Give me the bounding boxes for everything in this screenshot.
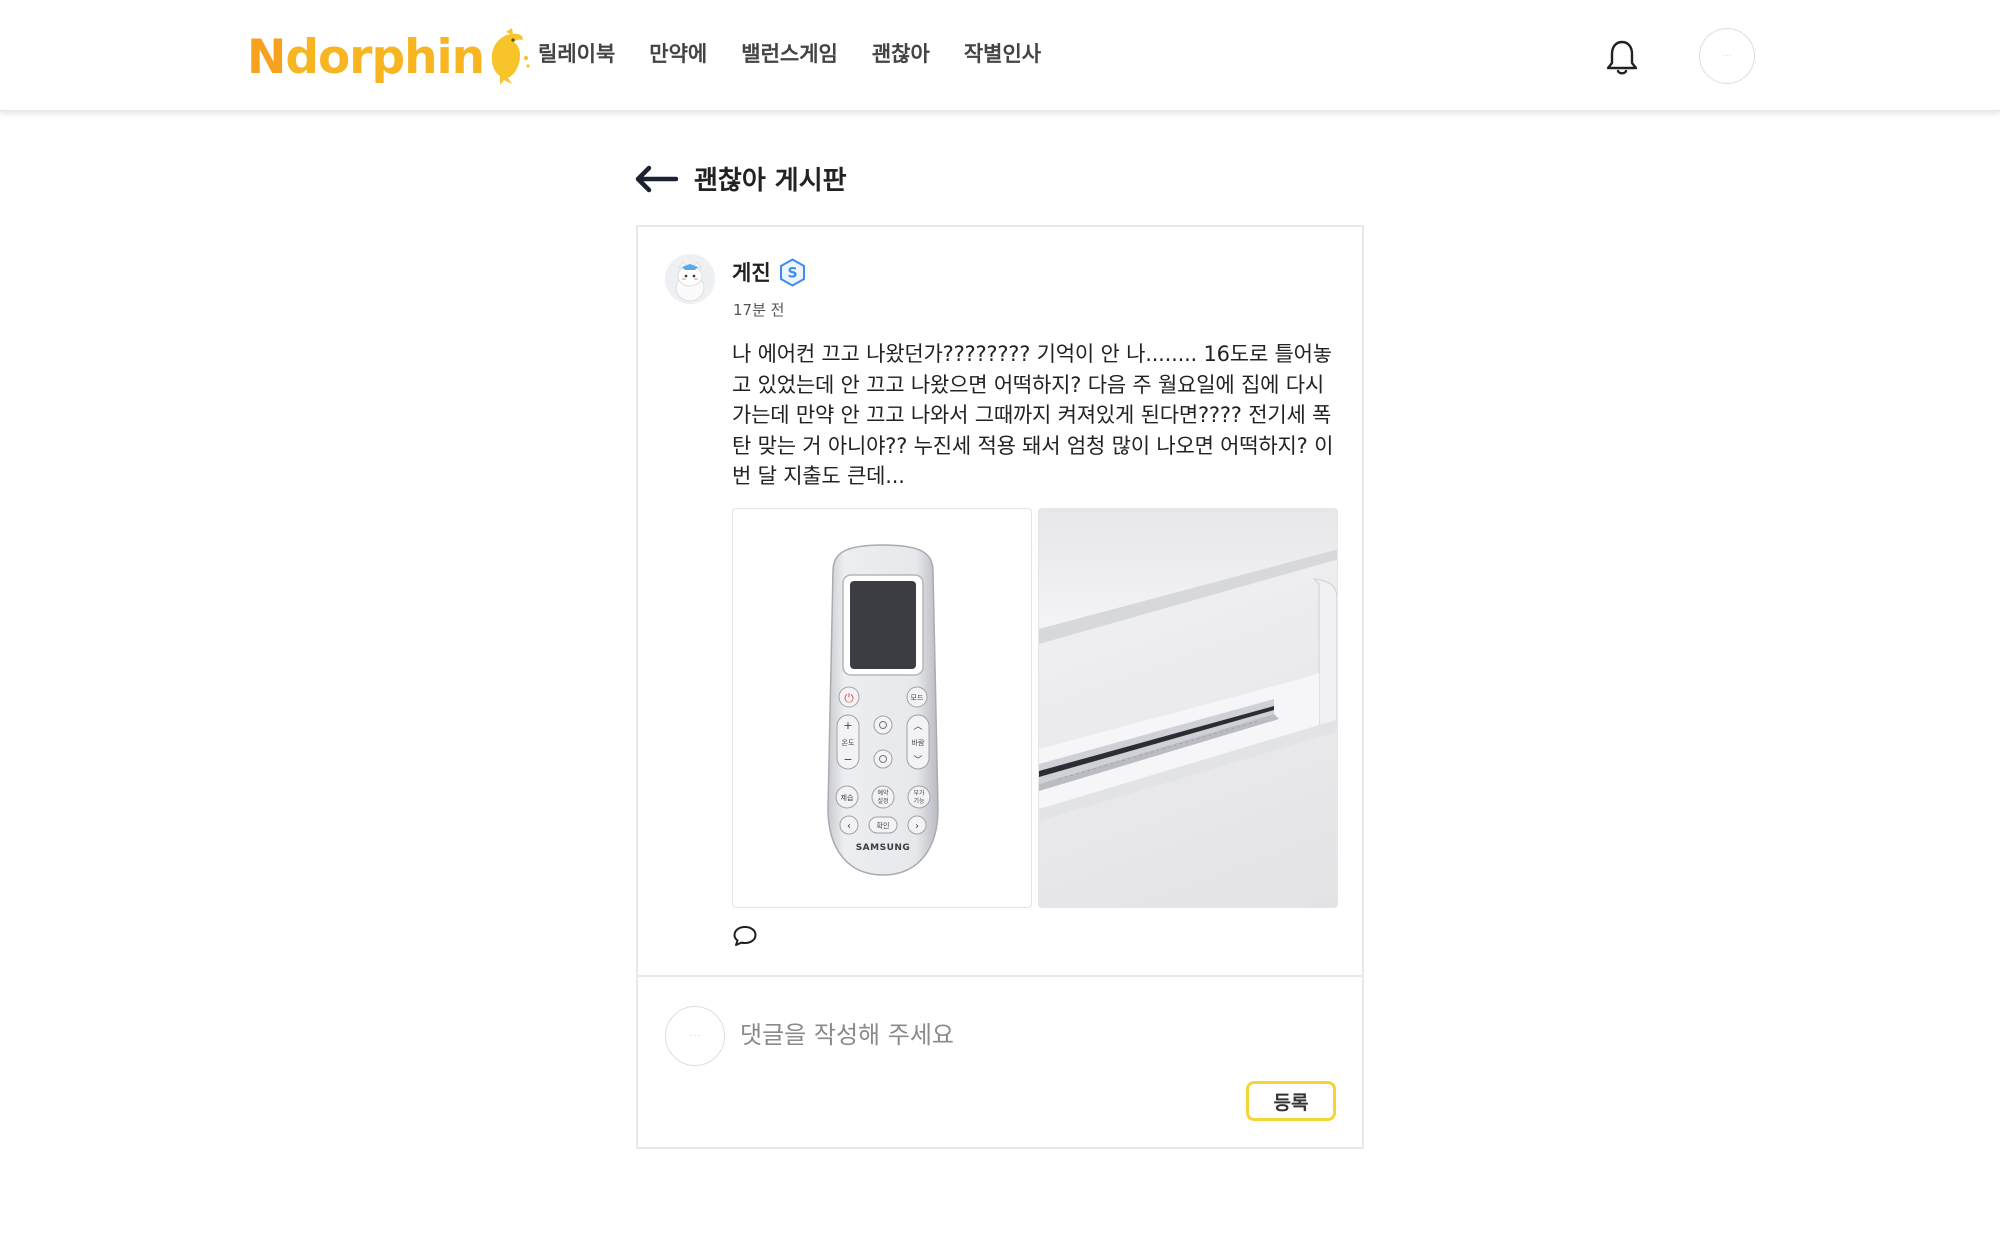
- main-nav: 릴레이북 만약에 밸런스게임 괜찮아 작별인사: [538, 38, 1075, 68]
- author-avatar[interactable]: [665, 254, 715, 304]
- ndorphin-logo[interactable]: Ndorphin: [247, 22, 530, 92]
- remote-confirm-label: 확인: [877, 821, 890, 830]
- profile-avatar-text: · · ·: [1723, 53, 1731, 59]
- svg-text:‹: ‹: [847, 821, 851, 832]
- comment-bubble-icon[interactable]: [732, 924, 758, 948]
- remote-mode-label: 모드: [911, 694, 924, 702]
- my-avatar: · · ·: [665, 1006, 725, 1066]
- post-image-remote[interactable]: ⏻ 모드 + 온도 − ︿ 바람 ﹀ 제습 예약 설정 부가 기능 ‹ 확인 ›…: [732, 508, 1032, 908]
- notification-bell-icon[interactable]: [1605, 38, 1639, 76]
- svg-text:+: +: [843, 719, 852, 732]
- svg-text:﹀: ﹀: [913, 755, 922, 766]
- svg-text:︿: ︿: [913, 722, 922, 732]
- dolphin-icon: [491, 28, 530, 85]
- my-avatar-text: · · ·: [690, 1032, 700, 1040]
- post-images: ⏻ 모드 + 온도 − ︿ 바람 ﹀ 제습 예약 설정 부가 기능 ‹ 확인 ›…: [732, 508, 1338, 908]
- author-badge-icon: S: [780, 258, 805, 287]
- svg-text:−: −: [843, 753, 852, 766]
- author-name[interactable]: 게진: [732, 257, 771, 287]
- remote-control-illustration: ⏻ 모드 + 온도 − ︿ 바람 ﹀ 제습 예약 설정 부가 기능 ‹ 확인 ›…: [827, 544, 939, 876]
- remote-brand: SAMSUNG: [856, 843, 911, 853]
- post-image-air-conditioner[interactable]: [1038, 508, 1338, 908]
- board-title: 괜찮아 게시판: [694, 166, 847, 196]
- remote-reserve-label-2: 설정: [877, 797, 888, 805]
- board-title-row: 괜찮아 게시판: [634, 160, 847, 197]
- remote-extra-label-2: 기능: [913, 797, 925, 805]
- remote-temp-label: 온도: [842, 739, 855, 747]
- svg-text:›: ›: [915, 821, 919, 832]
- remote-reserve-label: 예약: [877, 789, 889, 797]
- remote-dehum-label: 제습: [841, 793, 854, 802]
- nav-item-relay-book[interactable]: 릴레이북: [538, 38, 615, 68]
- comment-input[interactable]: [740, 1005, 1340, 1065]
- author-badge-letter: S: [787, 266, 797, 282]
- remote-wind-label: 바람: [912, 738, 925, 747]
- air-conditioner-illustration: [1039, 509, 1337, 821]
- nav-item-balance-game[interactable]: 밸런스게임: [741, 38, 838, 68]
- profile-avatar-button[interactable]: · · ·: [1699, 28, 1755, 84]
- nav-item-farewell[interactable]: 작별인사: [964, 38, 1041, 68]
- author-avatar-image: [665, 254, 715, 304]
- back-arrow-icon[interactable]: [634, 164, 678, 194]
- logo-text: Ndorphin: [247, 29, 485, 85]
- post-card: 게진 S 17분 전 나 에어컨 끄고 나왔던가???????? 기억이 안 나…: [636, 225, 1364, 1149]
- nav-item-what-if[interactable]: 만약에: [649, 38, 707, 68]
- remote-extra-label: 부가: [913, 789, 925, 797]
- card-divider: [638, 975, 1362, 977]
- logo-letter-n: N: [247, 29, 286, 85]
- nav-item-its-okay[interactable]: 괜찮아: [872, 38, 930, 68]
- svg-text:⏻: ⏻: [844, 691, 854, 705]
- top-header: Ndorphin 릴레이북 만약에 밸런스게임 괜찮아 작별인사 · · ·: [0, 0, 2000, 111]
- post-body: 나 에어컨 끄고 나왔던가???????? 기억이 안 나........ 16…: [732, 342, 1334, 488]
- logo-letters-rest: dorphin: [285, 29, 485, 85]
- post-timestamp: 17분 전: [733, 301, 785, 319]
- comment-submit-button[interactable]: 등록: [1246, 1081, 1336, 1121]
- post-content: 게진 S 17분 전 나 에어컨 끄고 나왔던가???????? 기억이 안 나…: [638, 227, 1362, 975]
